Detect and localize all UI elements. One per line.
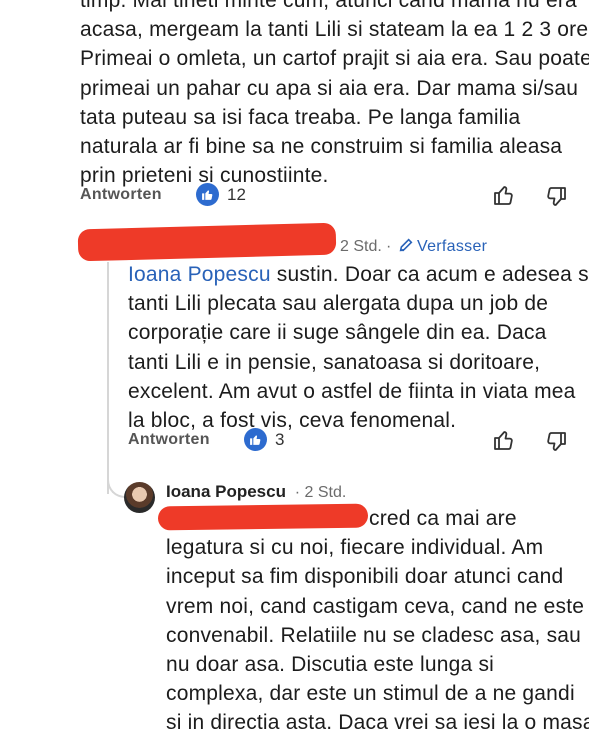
reply-line: tanti Lili e in pensie, sanatoasa si dor… [128, 350, 541, 374]
comment-line: primeai un pahar cu apa si aia era. Dar … [80, 76, 579, 100]
comment-line: Primeai o omleta, un cartof prajit si ai… [80, 47, 589, 71]
like-icon [196, 183, 219, 206]
reply-timestamp: 2 Std. [340, 238, 382, 255]
reply-line: excelent. Am avut o astfel de fiinta in … [128, 379, 576, 403]
comment-line: tata puteau sa isi faca treaba. Pe langa… [80, 105, 521, 129]
pencil-icon [398, 237, 414, 258]
reply-line: legatura si cu noi, fiecare individual. … [166, 536, 544, 560]
like-count: 3 [275, 429, 285, 449]
author-name[interactable]: Ioana Popescu [166, 482, 286, 501]
reply-line: convenabil. Relatiile nu se cladesc asa,… [166, 623, 582, 647]
reply-timestamp: · 2 Std. [294, 484, 347, 501]
thumbs-down-icon[interactable] [544, 430, 568, 459]
thumbs-down-icon[interactable] [544, 185, 568, 214]
reply-line: complexa, dar este un stimul de a ne gan… [166, 682, 575, 706]
comment-line: timp. Mai tineti minte cum, atunci cand … [80, 0, 577, 12]
reply-line: sustin. Doar ca acum e adesea si [270, 263, 589, 286]
reply-line: vrem noi, cand castigam ceva, cand ne es… [166, 594, 585, 618]
like-summary[interactable]: 12 [196, 183, 246, 206]
reply-line: nu doar asa. Discutia este lunga si [166, 653, 495, 677]
comment-body: timp. Mai tineti minte cum, atunci cand … [80, 0, 589, 190]
reply-line: cred ca mai are [369, 507, 517, 530]
reply-button[interactable]: Antworten [80, 186, 162, 204]
reply-line: si in directia asta. Daca vrei sa iesi l… [166, 711, 589, 735]
reply-actions: Antworten 3 [128, 428, 580, 454]
comment-line: naturala ar fi bine sa ne construim si f… [80, 135, 563, 159]
thread-line [107, 262, 109, 494]
reply-header: Ioana Popescu · 2 Std. [166, 482, 346, 502]
reply-line: inceput sa fim disponibili doar atunci c… [166, 565, 564, 589]
reply-button[interactable]: Antworten [128, 431, 210, 449]
thumbs-up-icon[interactable] [492, 183, 516, 212]
reply-body: Ioana Popescu sustin. Doar ca acum e ade… [128, 260, 589, 435]
avatar[interactable] [124, 482, 155, 513]
thumbs-up-icon[interactable] [492, 428, 516, 457]
reply-body: cred ca mai are legatura si cu noi, fiec… [166, 504, 589, 738]
like-count: 12 [227, 184, 246, 204]
reply-line: corporație care ii suge sângele din ea. … [128, 321, 547, 345]
like-icon [244, 428, 267, 451]
author-badge: Verfasser [417, 238, 488, 255]
like-summary[interactable]: 3 [244, 428, 284, 451]
comment-line: acasa, mergeam la tanti Lili si stateam … [80, 18, 589, 42]
comment-actions: Antworten 12 [80, 183, 580, 209]
reply-line: tanti Lili plecata sau alergata dupa un … [128, 292, 549, 316]
mention-link[interactable]: Ioana Popescu [128, 263, 271, 286]
redacted-author-name [77, 222, 337, 262]
